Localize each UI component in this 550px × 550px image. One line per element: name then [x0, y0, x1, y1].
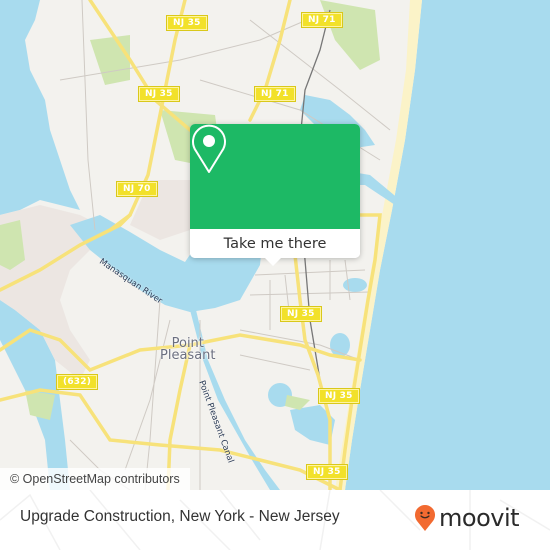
- place-label-line: Pleasant: [160, 348, 216, 363]
- park: [25, 390, 55, 420]
- pond: [343, 278, 367, 292]
- popup-header: [190, 124, 360, 229]
- map-pin-icon: [192, 124, 226, 173]
- moovit-logo[interactable]: moovit: [414, 503, 520, 533]
- moovit-pin-smiley-icon: [415, 505, 435, 531]
- pond: [330, 333, 350, 357]
- park: [90, 35, 130, 85]
- route-shield-cr632: (632): [55, 374, 99, 390]
- route-shield-nj35: NJ 35: [138, 86, 180, 102]
- footer-bar: Upgrade Construction, New York - New Jer…: [0, 490, 550, 550]
- route-shield-nj70: NJ 70: [116, 181, 158, 197]
- route-shield-nj35: NJ 35: [318, 388, 360, 404]
- take-me-there-button[interactable]: Take me there: [190, 229, 360, 258]
- place-title: Upgrade Construction, New York - New Jer…: [20, 508, 340, 525]
- bay-west: [0, 0, 80, 215]
- route-shield-nj71: NJ 71: [301, 12, 343, 28]
- map-view[interactable]: NJ 35 NJ 71 NJ 35 NJ 71 NJ 70 NJ 35 (632…: [0, 0, 550, 490]
- route-shield-nj71: NJ 71: [254, 86, 296, 102]
- moovit-wordmark: moovit: [439, 504, 520, 532]
- take-me-there-label: Take me there: [223, 235, 327, 252]
- route-shield-nj35: NJ 35: [306, 464, 348, 480]
- map-attribution[interactable]: © OpenStreetMap contributors: [0, 468, 190, 490]
- popup-arrow: [264, 257, 282, 266]
- location-popup: Take me there: [190, 124, 360, 266]
- place-label-point-pleasant: Point Pleasant: [160, 337, 216, 363]
- route-shield-nj35: NJ 35: [280, 306, 322, 322]
- route-shield-nj35: NJ 35: [166, 15, 208, 31]
